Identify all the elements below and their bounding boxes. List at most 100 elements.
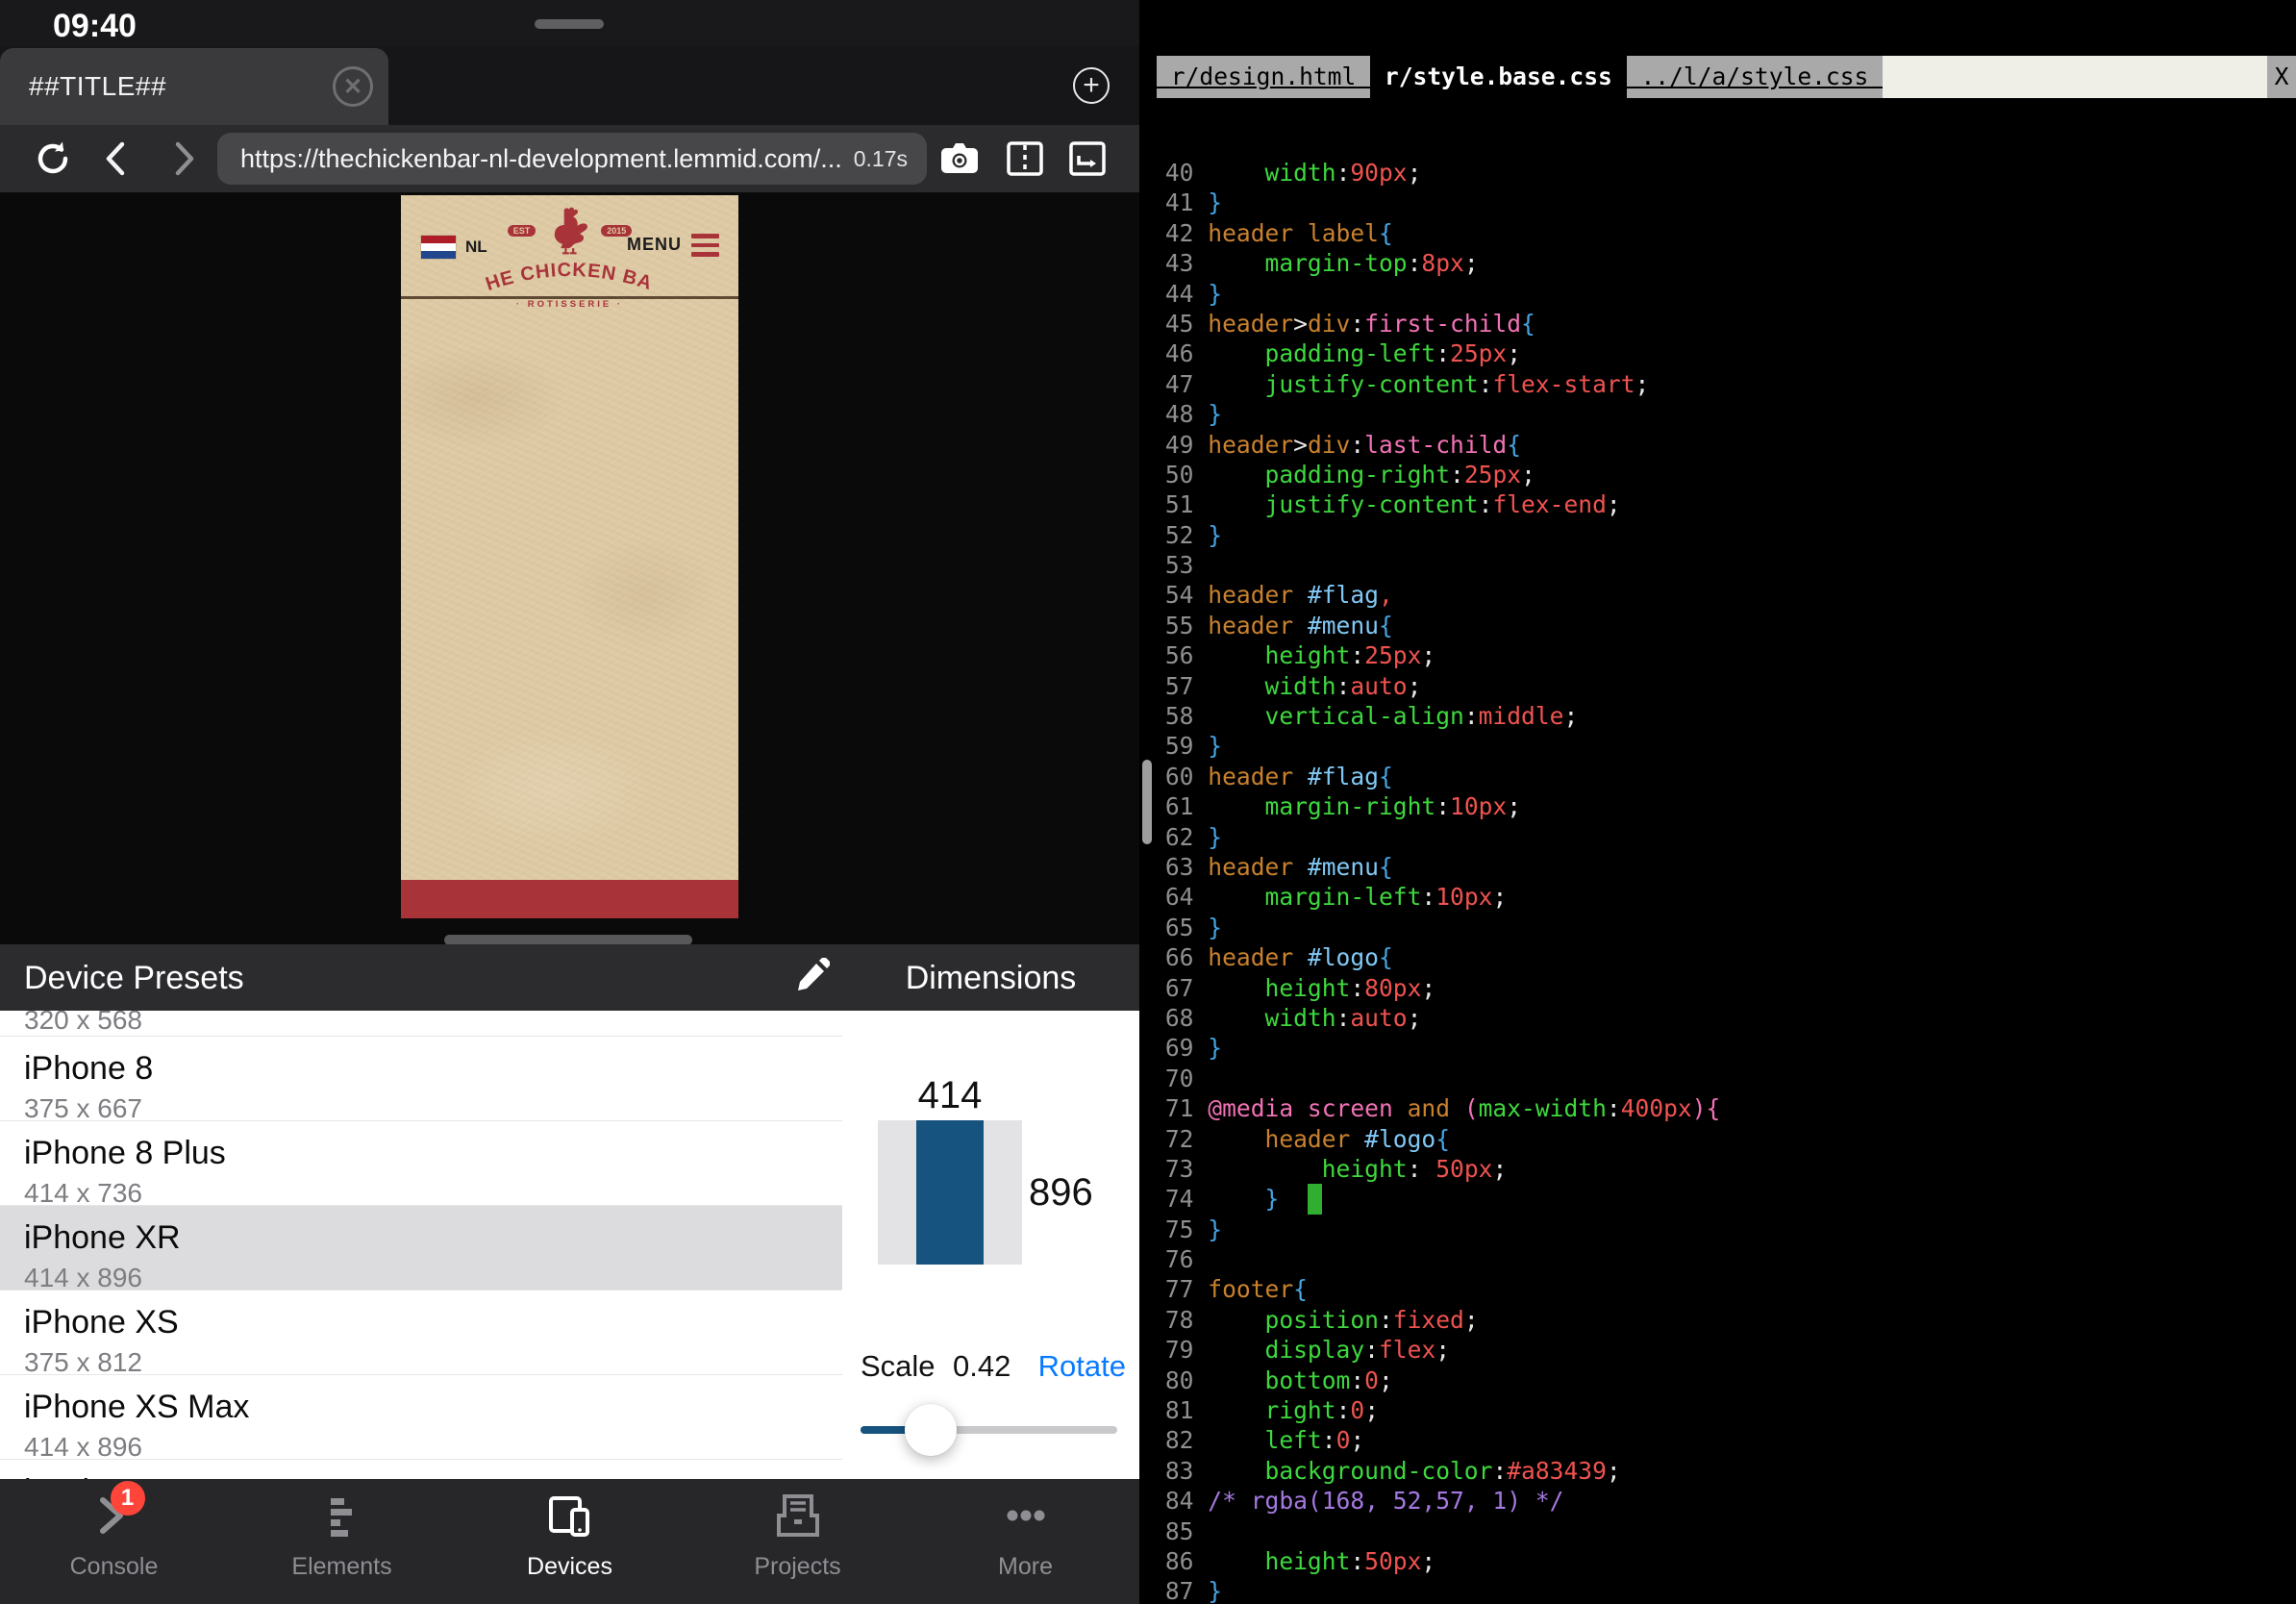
devices-icon bbox=[545, 1491, 595, 1545]
line-number: 85 bbox=[1165, 1516, 1194, 1546]
code-line: 53 bbox=[1157, 550, 2296, 580]
vim-code-area[interactable]: 40 width:90px;41}42header label{43 margi… bbox=[1157, 154, 2296, 1604]
code-line: 80 bottom:0; bbox=[1157, 1366, 2296, 1395]
device-preset-row[interactable]: iPhone XS Max414 x 896 bbox=[0, 1375, 842, 1460]
vim-tab[interactable]: r/design.html bbox=[1157, 56, 1370, 98]
line-number: 72 bbox=[1165, 1124, 1194, 1154]
browser-tab-row: ##TITLE## ✕ + bbox=[0, 46, 1139, 125]
code-line: 43 margin-top:8px; bbox=[1157, 248, 2296, 278]
device-name: iPhone 8 bbox=[24, 1050, 842, 1088]
code-line: 60header #flag{ bbox=[1157, 762, 2296, 791]
code-line: 42header label{ bbox=[1157, 218, 2296, 248]
line-number: 63 bbox=[1165, 852, 1194, 882]
tab-elements[interactable]: Elements bbox=[228, 1479, 456, 1604]
reload-icon[interactable] bbox=[31, 137, 75, 181]
browser-tab[interactable]: ##TITLE## ✕ bbox=[0, 48, 388, 125]
vim-tabline-fill bbox=[1883, 56, 2267, 98]
code-line: 51 justify-content:flex-end; bbox=[1157, 489, 2296, 519]
language-switcher[interactable]: NL bbox=[421, 236, 487, 259]
code-line: 69} bbox=[1157, 1033, 2296, 1063]
preview-viewport: NL EST 2015 bbox=[0, 192, 1139, 944]
device-size: 414 x 736 bbox=[24, 1178, 842, 1209]
vim-tab[interactable]: ../l/a/style.css bbox=[1627, 56, 1884, 98]
device-preset-row[interactable]: iPhone XR414 x 896 bbox=[0, 1206, 842, 1291]
tab-devices[interactable]: Devices bbox=[456, 1479, 684, 1604]
scale-slider-thumb[interactable] bbox=[905, 1404, 957, 1456]
panel-header-bar: Device Presets Dimensions bbox=[0, 944, 1139, 1011]
menu-toggle[interactable]: MENU bbox=[627, 234, 719, 257]
device-size: 320 x 568 bbox=[24, 1011, 842, 1036]
dimensions-title: Dimensions bbox=[842, 960, 1139, 997]
scale-value: 0.42 bbox=[953, 1349, 1011, 1384]
vim-cursor bbox=[1308, 1184, 1322, 1214]
code-line: 67 height:80px; bbox=[1157, 973, 2296, 1003]
logo-subtitle: · ROTISSERIE · bbox=[479, 299, 661, 310]
code-line: 78 position:fixed; bbox=[1157, 1305, 2296, 1335]
device-preset-row[interactable]: 320 x 568 bbox=[0, 1011, 842, 1037]
line-number: 68 bbox=[1165, 1003, 1194, 1033]
split-view-drag-handle[interactable] bbox=[535, 19, 604, 29]
line-number: 81 bbox=[1165, 1395, 1194, 1425]
open-in-new-window-icon[interactable] bbox=[1065, 137, 1110, 181]
screenshot-camera-icon[interactable] bbox=[937, 137, 982, 181]
line-number: 57 bbox=[1165, 671, 1194, 701]
device-name: iPhone XS bbox=[24, 1304, 842, 1341]
line-number: 44 bbox=[1165, 279, 1194, 309]
code-line: 70 bbox=[1157, 1064, 2296, 1093]
line-number: 46 bbox=[1165, 338, 1194, 368]
rotate-button[interactable]: Rotate bbox=[1038, 1349, 1126, 1384]
code-line: 83 background-color:#a83439; bbox=[1157, 1456, 2296, 1486]
logo-title-arc: THE CHICKEN BAR bbox=[479, 249, 661, 299]
close-tab-icon[interactable]: ✕ bbox=[333, 66, 373, 107]
device-preview-frame[interactable]: NL EST 2015 bbox=[401, 195, 738, 918]
vim-tab[interactable]: r/style.base.css bbox=[1370, 56, 1627, 98]
back-icon[interactable] bbox=[94, 137, 138, 181]
device-size: 375 x 667 bbox=[24, 1093, 842, 1124]
device-preset-row[interactable]: iPhone 8 375 x 667 bbox=[0, 1037, 842, 1121]
elements-icon bbox=[317, 1491, 367, 1545]
edit-pencil-icon[interactable] bbox=[791, 958, 830, 996]
line-number: 45 bbox=[1165, 309, 1194, 338]
tab-console[interactable]: 1 Console bbox=[0, 1479, 228, 1604]
line-number: 69 bbox=[1165, 1033, 1194, 1063]
line-number: 60 bbox=[1165, 762, 1194, 791]
line-number: 66 bbox=[1165, 942, 1194, 972]
site-footer-bar bbox=[401, 880, 738, 918]
device-preset-list: 320 x 568 iPhone 8 375 x 667iPhone 8 Plus4… bbox=[0, 1011, 842, 1479]
terminal-pane[interactable]: r/design.html r/style.base.css ../l/a/st… bbox=[1157, 0, 2296, 1604]
code-line: 86 height:50px; bbox=[1157, 1546, 2296, 1576]
tools-panel: Device Presets Dimensions 320 x 568iPhon… bbox=[0, 944, 1139, 1479]
line-number: 87 bbox=[1165, 1576, 1194, 1604]
device-preset-row[interactable]: iPhone 8 Plus414 x 736 bbox=[0, 1121, 842, 1206]
code-line: 57 width:auto; bbox=[1157, 671, 2296, 701]
line-number: 73 bbox=[1165, 1154, 1194, 1184]
forward-icon[interactable] bbox=[162, 137, 206, 181]
device-preset-row[interactable]: iPad 9.7" bbox=[0, 1460, 842, 1479]
line-number: 71 bbox=[1165, 1093, 1194, 1123]
status-bar-clock: 09:40 bbox=[53, 8, 137, 45]
code-line: 76 bbox=[1157, 1244, 2296, 1274]
line-number: 83 bbox=[1165, 1456, 1194, 1486]
vim-tabline-close[interactable]: X bbox=[2267, 56, 2296, 98]
panel-body: 320 x 568 iPhone 8 375 x 667iPhone 8 Plus4… bbox=[0, 1011, 1139, 1479]
split-page-icon[interactable] bbox=[1003, 137, 1047, 181]
code-line: 47 justify-content:flex-start; bbox=[1157, 369, 2296, 399]
code-line: 77footer{ bbox=[1157, 1274, 2296, 1304]
tab-projects[interactable]: Projects bbox=[684, 1479, 911, 1604]
tab-label: Devices bbox=[527, 1553, 612, 1581]
split-view-divider[interactable] bbox=[1139, 0, 1157, 1604]
url-bar[interactable]: https://thechickenbar-nl-development.lem… bbox=[217, 133, 927, 185]
code-line: 64 margin-left:10px; bbox=[1157, 882, 2296, 912]
code-line: 41} bbox=[1157, 188, 2296, 217]
new-tab-button[interactable]: + bbox=[1073, 67, 1110, 104]
console-badge: 1 bbox=[111, 1481, 145, 1516]
divider-scrollbar[interactable] bbox=[1142, 760, 1152, 844]
code-line: 54header #flag, bbox=[1157, 580, 2296, 610]
scale-slider[interactable] bbox=[861, 1426, 1117, 1434]
tab-more[interactable]: More bbox=[911, 1479, 1139, 1604]
line-number: 52 bbox=[1165, 520, 1194, 550]
device-preset-row[interactable]: iPhone XS375 x 812 bbox=[0, 1291, 842, 1375]
tab-label: Console bbox=[70, 1553, 159, 1581]
line-number: 56 bbox=[1165, 640, 1194, 670]
line-number: 78 bbox=[1165, 1305, 1194, 1335]
